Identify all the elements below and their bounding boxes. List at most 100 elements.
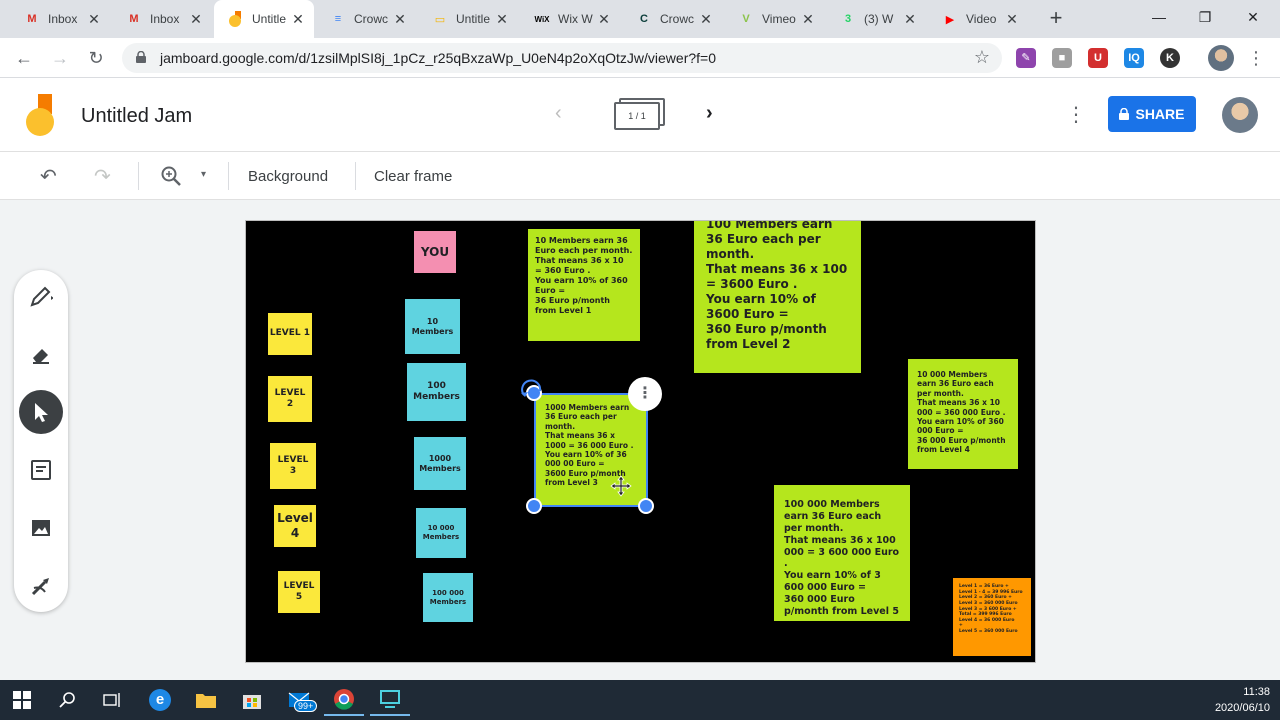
- sticky-note-level[interactable]: LEVEL 3: [270, 443, 316, 489]
- youtube-icon: ▶: [945, 13, 955, 26]
- sticky-note-you[interactable]: YOU: [414, 231, 456, 273]
- back-icon[interactable]: ←: [12, 46, 36, 70]
- address-bar[interactable]: jamboard.google.com/d/1zsilMplSI8j_1pCz_…: [122, 43, 1002, 73]
- sticky-note-level-1-earnings[interactable]: 10 Members earn 36 Euro each per month. …: [528, 229, 640, 341]
- puzzle-extension-icon[interactable]: ■: [1052, 48, 1072, 68]
- jamboard-logo-icon[interactable]: [24, 94, 58, 136]
- sticky-note-level[interactable]: LEVEL 1: [268, 313, 312, 355]
- sticky-note-level-2-earnings[interactable]: 100 Members earn 36 Euro each per month.…: [694, 221, 861, 373]
- whatsapp-icon: 3: [844, 13, 852, 25]
- browser-tab[interactable]: 3 (3) W ✕: [826, 0, 926, 38]
- sticky-note-level-5-earnings[interactable]: 100 000 Members earn 36 Euro each per mo…: [774, 485, 910, 621]
- tab-title: Untitle: [456, 12, 491, 26]
- sticky-note-level-4-earnings[interactable]: 10 000 Members earn 36 Euro each per mon…: [908, 359, 1018, 469]
- sticky-note-summary[interactable]: Level 1 = 36 Euro + Level 1 - 4 = 39 996…: [953, 578, 1031, 656]
- maximize-window-icon[interactable]: ❐: [1182, 0, 1228, 34]
- close-tab-icon[interactable]: ✕: [596, 11, 612, 28]
- profile-avatar[interactable]: [1208, 45, 1234, 71]
- clear-frame-button[interactable]: Clear frame: [374, 168, 452, 185]
- system-clock[interactable]: 11:38 2020/06/10: [1215, 684, 1270, 716]
- jam-title[interactable]: Untitled Jam: [81, 105, 192, 128]
- previous-frame-icon[interactable]: ‹: [555, 102, 562, 125]
- select-tool[interactable]: [19, 390, 63, 434]
- close-tab-icon[interactable]: ✕: [188, 11, 204, 28]
- sticky-note-members[interactable]: 100 Members: [407, 363, 466, 421]
- tab-title: Crowc: [354, 12, 389, 26]
- sticky-note-level[interactable]: Level 4: [274, 505, 316, 547]
- close-tab-icon[interactable]: ✕: [494, 11, 510, 28]
- laser-tool[interactable]: [19, 564, 63, 608]
- browser-tab-strip: M Inbox ✕ M Inbox ✕ Untitle ✕ ≡ Crowc ✕ ▭ Untitle ✕ Wi…: [0, 0, 1280, 38]
- tool-panel: [14, 270, 68, 612]
- sticky-note-members[interactable]: 100 000 Members: [423, 573, 473, 622]
- jam-canvas[interactable]: YOU LEVEL 1 LEVEL 2 LEVEL 3 Level 4 LEVE…: [245, 220, 1036, 663]
- next-frame-icon[interactable]: ›: [706, 102, 713, 125]
- browser-tab[interactable]: WiX Wix W ✕: [520, 0, 620, 38]
- pen-tool[interactable]: [19, 274, 63, 318]
- jamboard-icon: [228, 11, 244, 27]
- zoom-dropdown-icon[interactable]: ▾: [201, 169, 206, 180]
- search-icon[interactable]: [48, 684, 88, 716]
- sticky-note-members[interactable]: 1000 Members: [414, 437, 466, 490]
- redo-icon[interactable]: ↷: [94, 164, 111, 189]
- pen-extension-icon[interactable]: ✎: [1016, 48, 1036, 68]
- close-tab-icon[interactable]: ✕: [800, 11, 816, 28]
- share-button[interactable]: SHARE: [1108, 96, 1196, 132]
- close-tab-icon[interactable]: ✕: [86, 11, 102, 28]
- lock-icon: [136, 51, 146, 63]
- close-tab-icon[interactable]: ✕: [698, 11, 714, 28]
- browser-tab[interactable]: V Vimeo ✕: [724, 0, 824, 38]
- eraser-tool[interactable]: [19, 332, 63, 376]
- new-tab-icon[interactable]: +: [1044, 6, 1068, 30]
- close-tab-icon[interactable]: ✕: [1004, 11, 1020, 28]
- browser-tab[interactable]: M Inbox ✕: [10, 0, 110, 38]
- chrome-icon[interactable]: [324, 684, 364, 716]
- background-button[interactable]: Background: [248, 168, 328, 185]
- sticky-note-level[interactable]: LEVEL 2: [268, 376, 312, 422]
- browser-tab[interactable]: C Crowc ✕: [622, 0, 722, 38]
- store-icon[interactable]: [232, 684, 272, 716]
- browser-tab[interactable]: ▭ Untitle ✕: [418, 0, 518, 38]
- resize-handle[interactable]: [526, 498, 542, 514]
- tab-title: Inbox: [48, 12, 78, 26]
- note-options-menu-icon[interactable]: ⋮: [628, 377, 662, 411]
- sticky-note-members[interactable]: 10 000 Members: [416, 508, 466, 558]
- add-image-tool[interactable]: [19, 506, 63, 550]
- url-text: jamboard.google.com/d/1zsilMplSI8j_1pCz_…: [160, 50, 717, 66]
- sticky-note-members[interactable]: 10 Members: [405, 299, 460, 354]
- browser-tab[interactable]: Untitle ✕: [214, 0, 314, 38]
- browser-menu-icon[interactable]: ⋮: [1244, 46, 1268, 70]
- close-tab-icon[interactable]: ✕: [392, 11, 408, 28]
- frame-bar-button[interactable]: 1 / 1: [614, 98, 666, 132]
- sticky-note-level[interactable]: LEVEL 5: [278, 571, 320, 613]
- browser-tab[interactable]: ≡ Crowc ✕: [316, 0, 416, 38]
- zoom-icon[interactable]: [160, 165, 182, 187]
- rotate-handle-icon[interactable]: [520, 377, 544, 399]
- more-options-icon[interactable]: ⋮: [1066, 102, 1086, 127]
- toolbar-divider: [355, 162, 356, 190]
- undo-icon[interactable]: ↶: [40, 164, 57, 189]
- reload-icon[interactable]: ↻: [84, 46, 108, 70]
- sticky-note-tool[interactable]: [19, 448, 63, 492]
- mail-icon[interactable]: 99+: [280, 684, 320, 716]
- windows-start-icon[interactable]: [2, 684, 42, 716]
- account-avatar[interactable]: [1222, 97, 1258, 133]
- k-extension-icon[interactable]: K: [1160, 48, 1180, 68]
- browser-tab[interactable]: M Inbox ✕: [112, 0, 212, 38]
- close-tab-icon[interactable]: ✕: [290, 11, 306, 28]
- iq-extension-icon[interactable]: IQ: [1124, 48, 1144, 68]
- minimize-window-icon[interactable]: —: [1136, 0, 1182, 34]
- tab-title: (3) W: [864, 12, 894, 26]
- edge-browser-icon[interactable]: e: [140, 684, 180, 716]
- shield-extension-icon[interactable]: U: [1088, 48, 1108, 68]
- browser-tab[interactable]: ▶ Video ✕: [928, 0, 1028, 38]
- close-window-icon[interactable]: ✕: [1230, 0, 1276, 34]
- resize-handle[interactable]: [638, 498, 654, 514]
- bookmark-star-icon[interactable]: ☆: [974, 47, 990, 68]
- forward-icon[interactable]: →: [48, 46, 72, 70]
- close-tab-icon[interactable]: ✕: [902, 11, 918, 28]
- task-view-icon[interactable]: [92, 684, 132, 716]
- crowdcast-icon: C: [640, 13, 648, 25]
- screen-recorder-icon[interactable]: [370, 684, 410, 716]
- file-explorer-icon[interactable]: [186, 684, 226, 716]
